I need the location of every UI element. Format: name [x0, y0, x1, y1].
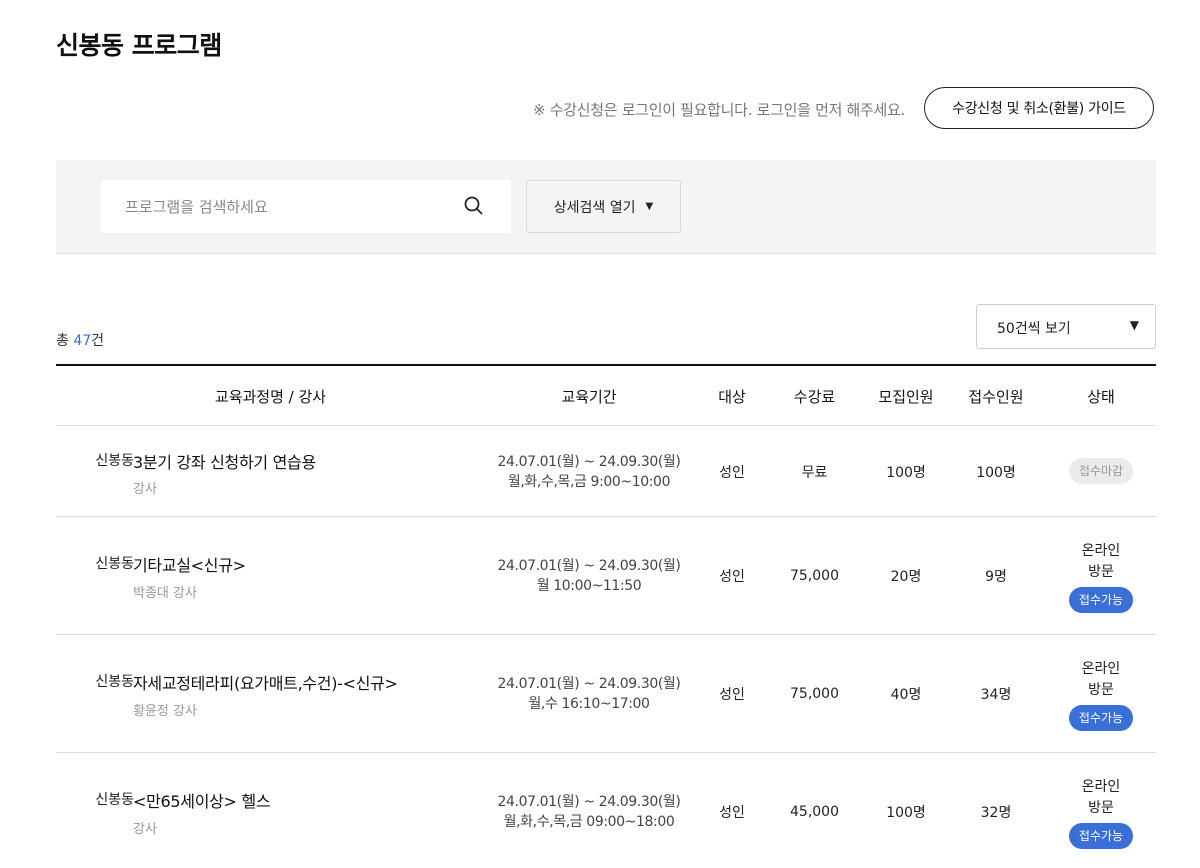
table-row: 신봉동 3분기 강좌 신청하기 연습용 강사 24.07.01(월) ~ 24.… [56, 426, 1156, 517]
status-visit: 방문 [1088, 800, 1114, 816]
fee: 45,000 [790, 804, 839, 820]
period: 24.07.01(월) ~ 24.09.30(월) 월,화,수,목,금 09:0… [476, 791, 702, 833]
teacher-name: 강사 [133, 481, 157, 497]
program-table: 교육과정명 / 강사 교육기간 대상 수강료 모집인원 접수인원 상태 신봉동 … [56, 364, 1156, 868]
apply-button[interactable]: 접수가능 [1068, 587, 1134, 613]
program-name[interactable]: <만65세이상> 헬스 [133, 789, 271, 811]
header-fee: 수강료 [793, 387, 836, 406]
search-box [101, 180, 511, 233]
per-page-select[interactable]: 50건씩 보기 ▼ [976, 304, 1156, 349]
login-notice: ※ 수강신청은 로그인이 필요합니다. 로그인을 먼저 해주세요. [532, 101, 905, 119]
dong-label: 신봉동 [95, 453, 134, 469]
search-input[interactable] [101, 180, 451, 233]
period: 24.07.01(월) ~ 24.09.30(월) 월,수 16:10~17:0… [476, 673, 702, 715]
applied-count: 34명 [980, 687, 1012, 703]
period: 24.07.01(월) ~ 24.09.30(월) 월,화,수,목,금 9:00… [476, 451, 702, 493]
recruit-count: 100명 [886, 805, 926, 821]
program-name[interactable]: 자세교정테라피(요가매트,수건)-<신규> [133, 671, 398, 693]
applied-count: 100명 [976, 465, 1016, 481]
total-count: 총 47건 [56, 330, 104, 350]
period: 24.07.01(월) ~ 24.09.30(월) 월 10:00~11:50 [476, 555, 702, 597]
table-row: 신봉동 자세교정테라피(요가매트,수건)-<신규> 황윤정 강사 24.07.0… [56, 635, 1156, 753]
program-name[interactable]: 기타교실<신규> [133, 553, 246, 575]
target: 성인 [719, 687, 745, 703]
status-online: 온라인 [1081, 661, 1121, 677]
fee: 75,000 [790, 686, 839, 702]
table-header: 교육과정명 / 강사 교육기간 대상 수강료 모집인원 접수인원 상태 [56, 364, 1156, 426]
caret-down-icon: ▼ [645, 201, 654, 212]
guide-button[interactable]: 수강신청 및 취소(환불) 가이드 [924, 87, 1154, 129]
period-range: 24.07.01(월) ~ 24.09.30(월) [497, 558, 681, 574]
total-prefix: 총 [56, 333, 74, 349]
period-range: 24.07.01(월) ~ 24.09.30(월) [497, 794, 681, 810]
search-icon[interactable] [463, 195, 485, 217]
apply-button[interactable]: 접수가능 [1068, 823, 1134, 849]
teacher-name: 황윤정 강사 [133, 703, 197, 719]
apply-button[interactable]: 접수가능 [1068, 705, 1134, 731]
table-row: 신봉동 기타교실<신규> 박종대 강사 24.07.01(월) ~ 24.09.… [56, 517, 1156, 635]
applied-count: 9명 [985, 569, 1007, 585]
period-time: 월 10:00~11:50 [536, 578, 642, 594]
recruit-count: 20명 [890, 569, 922, 585]
page-title: 신봉동 프로그램 [56, 31, 222, 60]
recruit-count: 100명 [886, 465, 926, 481]
detail-search-label: 상세검색 열기 [553, 199, 636, 216]
header-recruit: 모집인원 [878, 387, 934, 406]
caret-down-icon: ▼ [1129, 318, 1139, 332]
status: 온라인 방문 접수가능 [1056, 537, 1146, 617]
dong-label: 신봉동 [95, 556, 134, 572]
status: 온라인 방문 접수가능 [1056, 655, 1146, 735]
total-number: 47 [73, 333, 92, 349]
period-time: 월,화,수,목,금 9:00~10:00 [507, 474, 671, 490]
period-time: 월,화,수,목,금 09:00~18:00 [503, 814, 675, 830]
program-list-page: 신봉동 프로그램 ※ 수강신청은 로그인이 필요합니다. 로그인을 먼저 해주세… [0, 0, 1200, 868]
status-visit: 방문 [1088, 682, 1114, 698]
period-time: 월,수 16:10~17:00 [528, 696, 650, 712]
status-badge: 접수마감 [1068, 458, 1134, 484]
dong-label: 신봉동 [95, 792, 134, 808]
header-status: 상태 [1087, 387, 1115, 406]
teacher-name: 박종대 강사 [133, 585, 197, 601]
status-visit: 방문 [1088, 564, 1114, 580]
header-course: 교육과정명 / 강사 [214, 387, 327, 406]
target: 성인 [719, 465, 745, 481]
program-name[interactable]: 3분기 강좌 신청하기 연습용 [133, 450, 316, 472]
applied-count: 32명 [980, 805, 1012, 821]
header-applied: 접수인원 [968, 387, 1024, 406]
period-range: 24.07.01(월) ~ 24.09.30(월) [497, 676, 681, 692]
recruit-count: 40명 [890, 687, 922, 703]
status-online: 온라인 [1081, 543, 1121, 559]
teacher-name: 강사 [133, 821, 157, 837]
status: 접수마감 [1056, 454, 1146, 488]
fee: 75,000 [790, 568, 839, 584]
target: 성인 [719, 805, 745, 821]
target: 성인 [719, 569, 745, 585]
header-period: 교육기간 [561, 387, 617, 406]
status-online: 온라인 [1081, 779, 1121, 795]
status: 온라인 방문 접수가능 [1056, 773, 1146, 853]
header-target: 대상 [718, 387, 746, 406]
fee: 무료 [801, 465, 828, 481]
detail-search-button[interactable]: 상세검색 열기 ▼ [526, 180, 681, 233]
dong-label: 신봉동 [95, 674, 134, 690]
period-range: 24.07.01(월) ~ 24.09.30(월) [497, 454, 681, 470]
total-suffix: 건 [91, 333, 105, 349]
table-row: 신봉동 <만65세이상> 헬스 강사 24.07.01(월) ~ 24.09.3… [56, 753, 1156, 868]
search-area: 상세검색 열기 ▼ [56, 160, 1156, 254]
per-page-value: 50건씩 보기 [997, 321, 1071, 337]
